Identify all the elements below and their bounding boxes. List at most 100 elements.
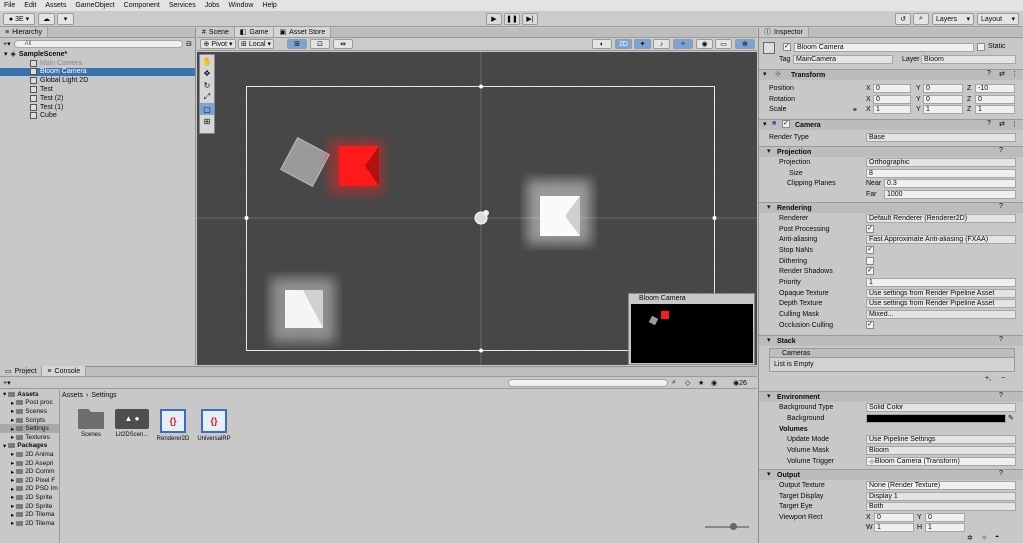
viewport-y-field[interactable]: 0 [925,513,965,522]
project-tree-item[interactable]: ▸ Scripts [0,416,59,425]
eyedropper-icon[interactable]: ✎ [1008,414,1014,422]
scale-x-field[interactable]: 1 [873,105,911,114]
viewport-h-field[interactable]: 1 [925,523,965,532]
collapse-arrow-icon[interactable]: ▸ [11,450,14,458]
output-section-header[interactable]: Output [759,469,1023,480]
rotation-y-field[interactable]: 0 [923,95,963,104]
add-icon[interactable]: +▾ [3,40,11,48]
pause-button[interactable]: ❚❚ [504,13,520,25]
layout-dropdown[interactable]: Layout ▾ [977,13,1019,25]
help-icon[interactable]: ? [999,336,1003,343]
collapse-arrow-icon[interactable]: ▸ [11,399,14,407]
star-icon[interactable]: ★ [698,379,704,387]
expand-icon[interactable]: ▾ [767,336,771,344]
output-texture-field[interactable]: None (Render Texture) [866,481,1016,490]
local-dropdown[interactable]: ⊞ Local ▾ [238,39,274,49]
menu-services[interactable]: Services [169,2,196,9]
priority-field[interactable]: 1 [866,278,1016,287]
expand-icon[interactable]: ▾ [767,392,771,400]
link-icon[interactable]: ⚭ [852,106,858,114]
rect-tool-icon[interactable]: ▢ [200,103,214,115]
menu-component[interactable]: Component [124,2,160,9]
pivot-dropdown[interactable]: ⊕ Pivot ▾ [200,39,236,49]
menu-gameobject[interactable]: GameObject [75,2,114,9]
volume-trigger-field[interactable]: ⊹ Bloom Camera (Transform) [866,457,1016,466]
target-eye-dropdown[interactable]: Both [866,502,1016,511]
collapse-arrow-icon[interactable]: ▸ [11,468,14,476]
near-field[interactable]: 0.3 [884,179,1016,188]
expand-icon[interactable]: ▾ [767,147,771,155]
project-tree-item[interactable]: ▸ 2D Tilema [0,510,59,519]
transform-tool-icon[interactable]: ⊞ [200,115,214,127]
collapse-arrow-icon[interactable]: ▸ [11,407,14,415]
update-mode-dropdown[interactable]: Use Pipeline Settings [866,435,1016,444]
transform-header[interactable]: Transform [759,69,1023,80]
breadcrumb-settings[interactable]: Settings [91,392,116,399]
step-button[interactable]: ▶| [522,13,538,25]
help-icon[interactable]: ? [999,203,1003,210]
expand-icon[interactable]: ▾ [763,70,767,78]
frustum-handle[interactable] [479,348,483,353]
rotation-x-field[interactable]: 0 [873,95,911,104]
scene-viewport[interactable]: ✋ ✥ ↻ ⤢ ▢ ⊞ Bloom Camera [197,52,757,365]
hierarchy-search-input[interactable]: All [13,39,184,48]
hand-tool-icon[interactable]: ✋ [200,55,214,67]
audio-toggle[interactable]: ♪ [653,39,670,49]
project-tree-item[interactable]: ▾ Packages [0,442,59,451]
rotation-z-field[interactable]: 0 [975,95,1015,104]
culling-mask-dropdown[interactable]: Mixed... [866,310,1016,319]
menu-help[interactable]: Help [262,2,276,9]
expand-icon[interactable]: ▾ [3,390,6,398]
camera-enabled-checkbox[interactable]: ✓ [782,120,790,128]
project-tree-item[interactable]: ▸ Post proc [0,399,59,408]
frustum-handle[interactable] [244,216,249,220]
scale-y-field[interactable]: 1 [923,105,963,114]
anti-aliasing-dropdown[interactable]: Fast Approximate Anti-aliasing (FXAA) [866,235,1016,244]
scene-root[interactable]: ▾ ◈ SampleScene* [0,50,195,59]
gizmos-toggle[interactable]: ⊕ [735,39,755,49]
static-checkbox[interactable] [977,43,985,51]
project-tree-item[interactable]: ▸ Settings [0,424,59,433]
environment-section-header[interactable]: Environment [759,391,1023,402]
filter-icon[interactable]: ⊟ [186,40,192,48]
grid-snap-button[interactable]: ⊞ [287,39,307,49]
layer-dropdown[interactable]: Bloom [921,55,1016,64]
add-icon[interactable]: +, [985,375,991,382]
breadcrumb-assets[interactable]: Assets [62,392,83,399]
frustum-handle[interactable] [712,216,717,220]
preset-icon[interactable]: ⇄ [999,120,1005,128]
tab-asset-store[interactable]: ▣ Asset Store [274,27,332,37]
hierarchy-item-test[interactable]: Test [0,85,195,94]
active-checkbox[interactable]: ✓ [783,43,791,51]
viewport-x-field[interactable]: 0 [874,513,914,522]
asset-item[interactable]: {} UniversalRP [195,409,233,451]
menu-window[interactable]: Window [229,2,254,9]
scale-tool-icon[interactable]: ⤢ [200,91,214,103]
add-icon[interactable]: +▾ [3,379,11,387]
play-button[interactable]: ▶ [486,13,502,25]
size-field[interactable]: 8 [866,169,1016,178]
collapse-arrow-icon[interactable]: ▸ [11,493,14,501]
hierarchy-item-cube[interactable]: Cube [0,112,195,121]
collapse-arrow-icon[interactable]: ▸ [11,519,14,527]
collapse-arrow-icon[interactable]: ▸ [11,425,14,433]
asset-item[interactable]: {} Renderer2D [154,409,192,451]
hidden-objects-toggle[interactable]: ◉ [696,39,713,49]
target-display-dropdown[interactable]: Display 1 [866,492,1016,501]
cloud-button[interactable]: ☁ [38,13,55,25]
project-tree-item[interactable]: ▸ 2D Sprite [0,502,59,511]
project-tree-item[interactable]: ▸ 2D Sprite [0,493,59,502]
far-field[interactable]: 1000 [884,190,1016,199]
menu-jobs[interactable]: Jobs [205,2,220,9]
object-name-field[interactable]: Bloom Camera [794,43,974,52]
stack-section-header[interactable]: Stack [759,335,1023,346]
expand-icon[interactable]: ▾ [3,442,6,450]
background-type-dropdown[interactable]: Solid Color [866,403,1016,412]
rendering-section-header[interactable]: Rendering [759,202,1023,213]
viewport-w-field[interactable]: 1 [874,523,914,532]
frustum-handle[interactable] [479,84,483,89]
volume-mask-dropdown[interactable]: Bloom [866,446,1016,455]
menu-edit[interactable]: Edit [24,2,36,9]
label-icon[interactable]: ◇ [685,379,690,387]
tab-hierarchy[interactable]: ≡ Hierarchy [0,27,49,37]
